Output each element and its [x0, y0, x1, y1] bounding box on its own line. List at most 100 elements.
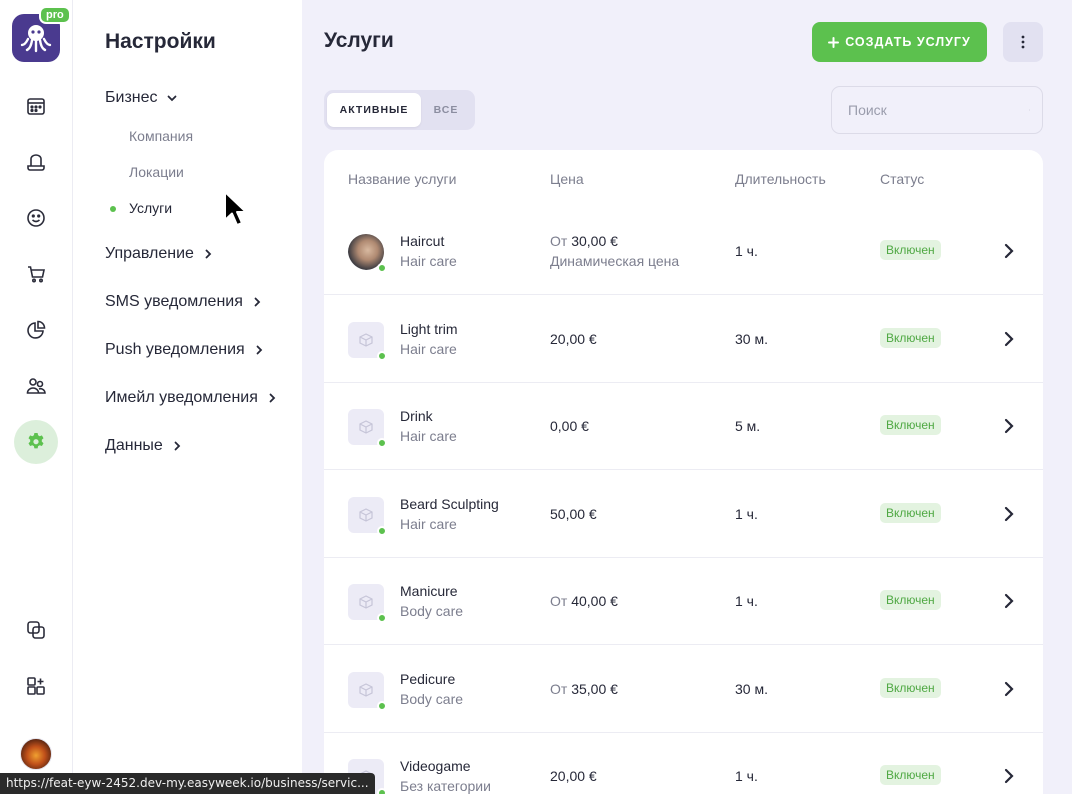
cart-icon[interactable] [14, 252, 58, 296]
filter-tabs: АКТИВНЫЕ ВСЕ [324, 90, 475, 130]
service-duration: 1 ч. [735, 593, 758, 609]
add-app-icon[interactable] [14, 664, 58, 708]
users-icon[interactable] [14, 364, 58, 408]
price-value: 0,00 € [550, 418, 589, 434]
box-icon [359, 595, 373, 609]
online-dot-icon [377, 263, 387, 273]
table-row[interactable]: Manicure Body care От 40,00 € 1 ч. Включ… [324, 558, 1043, 645]
service-duration: 1 ч. [735, 506, 758, 522]
chevron-right-icon[interactable] [1002, 331, 1016, 347]
status-badge: Включен [880, 328, 941, 348]
service-name: Beard Sculpting [400, 496, 499, 512]
calendar-icon[interactable] [14, 84, 58, 128]
nav-data[interactable]: Данные [105, 437, 183, 455]
search-input[interactable] [848, 102, 1029, 118]
service-category: Без категории [400, 778, 491, 794]
create-service-label: СОЗДАТЬ УСЛУГУ [845, 35, 971, 49]
price-note: Динамическая цена [550, 253, 680, 269]
settings-title: Настройки [105, 30, 216, 53]
service-price: 20,00 € [550, 768, 597, 784]
search-icon[interactable] [1029, 102, 1030, 118]
more-menu-button[interactable] [1003, 22, 1043, 62]
table-header: Название услуги Цена Длительность Статус [324, 150, 1043, 208]
gear-icon[interactable] [14, 420, 58, 464]
table-row[interactable]: Pedicure Body care От 35,00 € 30 м. Вклю… [324, 646, 1043, 733]
icon-rail: pro [0, 0, 73, 794]
nav-sms[interactable]: SMS уведомления [105, 293, 263, 311]
price-prefix: От [550, 233, 568, 249]
status-badge: Включен [880, 415, 941, 435]
service-duration: 1 ч. [735, 243, 758, 259]
chevron-right-icon [256, 345, 262, 355]
table-row[interactable]: Haircut Hair care От 30,00 € Динамическа… [324, 208, 1043, 295]
tab-all[interactable]: ВСЕ [421, 93, 471, 127]
copy-icon[interactable] [14, 608, 58, 652]
column-header-name[interactable]: Название услуги [348, 171, 456, 187]
chevron-right-icon[interactable] [1002, 418, 1016, 434]
more-vertical-icon [1021, 35, 1025, 49]
chevron-right-icon[interactable] [1002, 593, 1016, 609]
service-name: Drink [400, 408, 433, 424]
chevron-right-icon[interactable] [1002, 243, 1016, 259]
price-value: 20,00 € [550, 331, 597, 347]
box-icon [359, 333, 373, 347]
nav-email-label: Имейл уведомления [105, 389, 258, 406]
service-placeholder [348, 497, 387, 536]
service-price: 50,00 € [550, 506, 597, 522]
service-name: Haircut [400, 233, 445, 249]
table-row[interactable]: Videogame Без категории 20,00 € 1 ч. Вкл… [324, 733, 1043, 794]
service-placeholder [348, 409, 387, 448]
chevron-right-icon[interactable] [1002, 768, 1016, 784]
service-price: От 40,00 € [550, 593, 618, 609]
service-photo [348, 234, 387, 273]
online-dot-icon [377, 613, 387, 623]
chevron-right-icon[interactable] [1002, 506, 1016, 522]
nav-services[interactable]: Услуги [110, 200, 172, 216]
service-duration: 1 ч. [735, 768, 758, 784]
chevron-right-icon [254, 297, 261, 307]
service-placeholder [348, 322, 387, 361]
service-price: 0,00 € [550, 418, 589, 434]
smiley-icon[interactable] [14, 196, 58, 240]
status-badge: Включен [880, 503, 941, 523]
nav-push[interactable]: Push уведомления [105, 341, 265, 359]
chevron-right-icon [174, 441, 181, 451]
hat-icon[interactable] [14, 140, 58, 184]
nav-company[interactable]: Компания [129, 128, 193, 144]
column-header-status[interactable]: Статус [880, 171, 924, 187]
pro-badge: pro [39, 6, 71, 24]
online-dot-icon [377, 788, 387, 794]
online-dot-icon [377, 438, 387, 448]
status-badge: Включен [880, 240, 941, 260]
column-header-price[interactable]: Цена [550, 171, 584, 187]
mouse-cursor-icon [224, 191, 247, 226]
nav-email[interactable]: Имейл уведомления [105, 389, 278, 407]
status-badge: Включен [880, 765, 941, 785]
nav-data-label: Данные [105, 437, 163, 454]
service-name: Pedicure [400, 671, 456, 687]
user-avatar[interactable] [20, 738, 52, 770]
price-prefix: От [550, 681, 568, 697]
pie-chart-icon[interactable] [14, 308, 58, 352]
table-row[interactable]: Light trim Hair care 20,00 € 30 м. Включ… [324, 296, 1043, 383]
nav-locations[interactable]: Локации [129, 164, 184, 180]
nav-business[interactable]: Бизнес [105, 89, 178, 107]
table-row[interactable]: Beard Sculpting Hair care 50,00 € 1 ч. В… [324, 471, 1043, 558]
chevron-right-icon[interactable] [1002, 681, 1016, 697]
tab-active[interactable]: АКТИВНЫЕ [327, 93, 421, 127]
price-value: 40,00 € [571, 593, 618, 609]
price-value: 35,00 € [571, 681, 618, 697]
service-price: 20,00 € [550, 331, 597, 347]
price-value: 20,00 € [550, 768, 597, 784]
chevron-right-icon [205, 249, 212, 259]
service-category: Body care [400, 691, 464, 707]
service-category: Body care [400, 603, 464, 619]
price-value: 50,00 € [550, 506, 597, 522]
column-header-duration[interactable]: Длительность [735, 171, 826, 187]
service-placeholder [348, 584, 387, 623]
create-service-button[interactable]: СОЗДАТЬ УСЛУГУ [812, 22, 987, 62]
nav-management[interactable]: Управление [105, 245, 214, 263]
online-dot-icon [377, 701, 387, 711]
table-row[interactable]: Drink Hair care 0,00 € 5 м. Включен [324, 383, 1043, 470]
service-duration: 5 м. [735, 418, 761, 434]
